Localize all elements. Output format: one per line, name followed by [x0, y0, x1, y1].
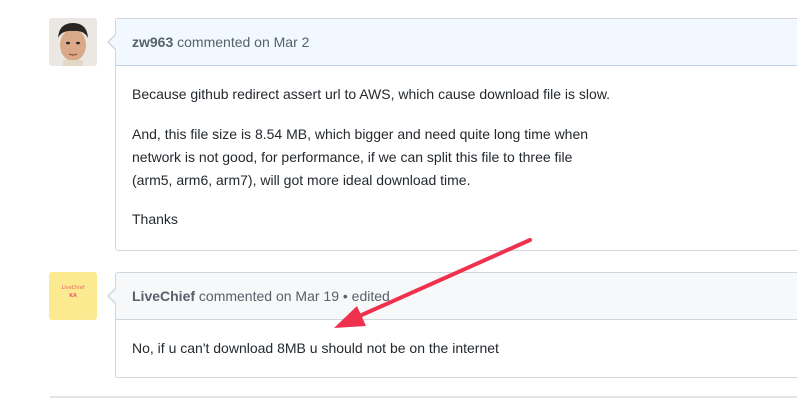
- annotation-arrow-icon: [334, 238, 532, 328]
